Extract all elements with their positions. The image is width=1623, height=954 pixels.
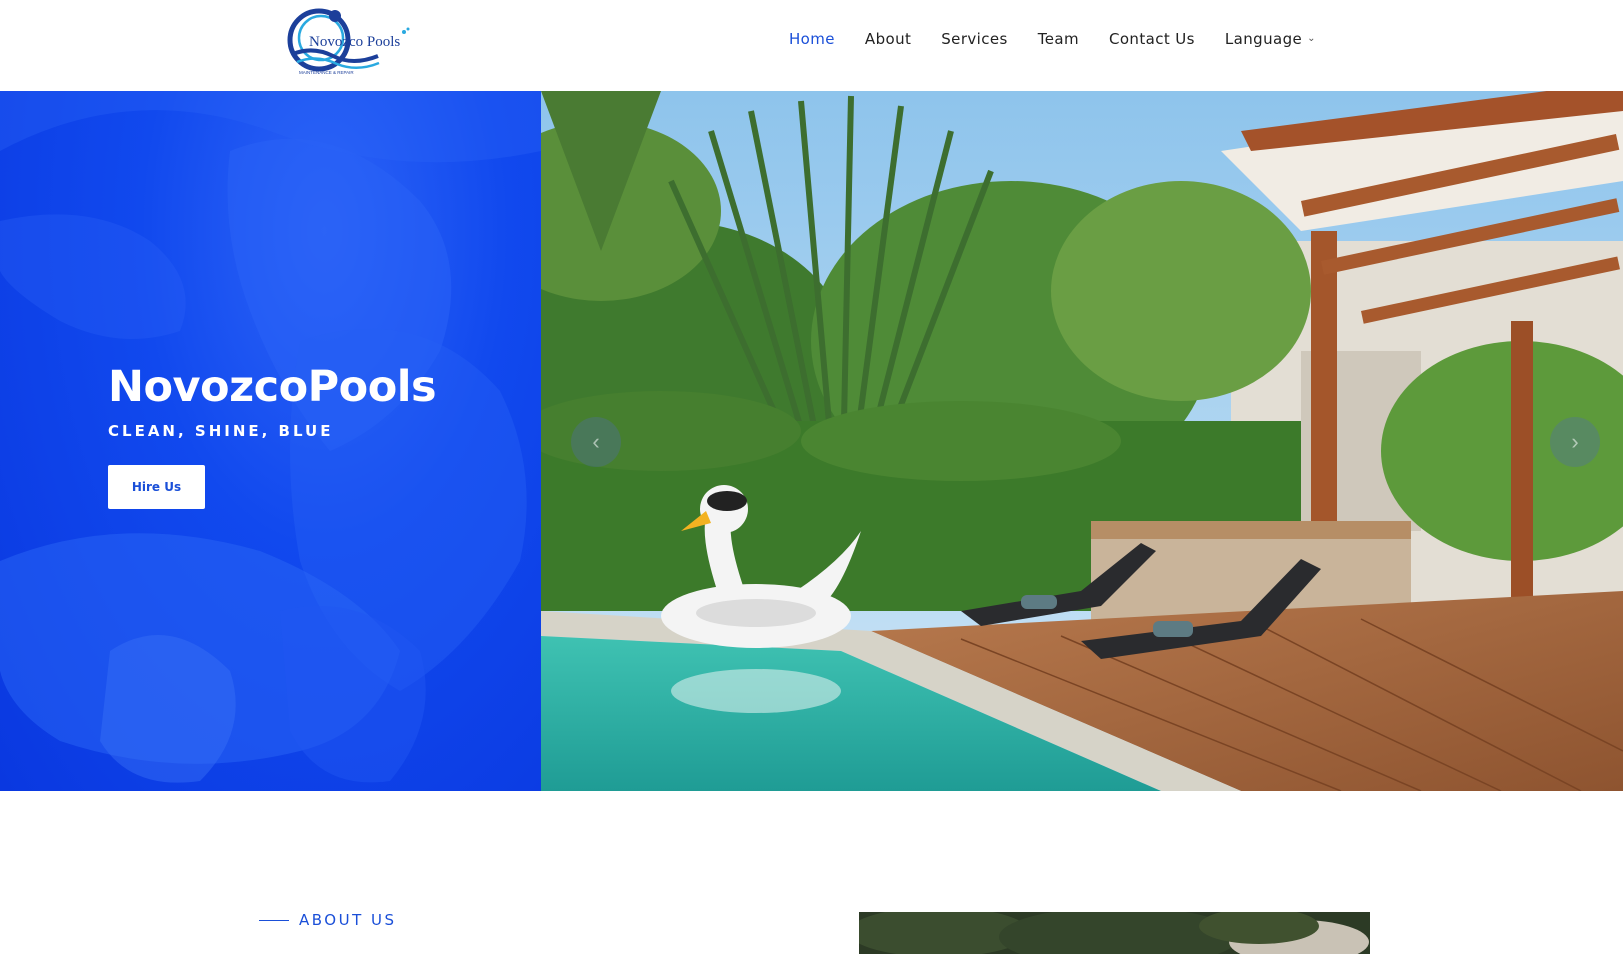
- nav-about[interactable]: About: [865, 30, 911, 48]
- nav-contact-us[interactable]: Contact Us: [1109, 30, 1195, 48]
- logo-text: Novozco Pools: [309, 34, 400, 50]
- site-header: Novozco Pools MAINTENANCE & REPAIR Home …: [0, 0, 1623, 91]
- about-photo: [859, 912, 1370, 954]
- logo-tagline: MAINTENANCE & REPAIR: [299, 70, 354, 75]
- about-image: [859, 912, 1370, 954]
- swimmer-background-image: [0, 91, 541, 783]
- hero-tagline: CLEAN, SHINE, BLUE: [108, 422, 334, 440]
- nav-language-label: Language: [1224, 30, 1303, 48]
- nav-home[interactable]: Home: [789, 30, 835, 48]
- pool-scene-image: [541, 91, 1623, 791]
- nav-language-dropdown[interactable]: Language ⌄: [1225, 30, 1316, 48]
- chevron-down-icon: ⌄: [1307, 32, 1316, 44]
- main-nav: Home About Services Team Contact Us Lang…: [789, 30, 1316, 48]
- about-heading: ABOUT US: [299, 911, 397, 929]
- slider-next-button[interactable]: ›: [1550, 417, 1600, 467]
- hire-us-button[interactable]: Hire Us: [108, 465, 205, 509]
- nav-team[interactable]: Team: [1038, 30, 1079, 48]
- pool-hero-image: [541, 91, 1623, 791]
- site-logo[interactable]: Novozco Pools MAINTENANCE & REPAIR: [283, 2, 413, 77]
- chevron-right-icon: ›: [1571, 429, 1579, 454]
- nav-services[interactable]: Services: [941, 30, 1007, 48]
- logo-icon: Novozco Pools MAINTENANCE & REPAIR: [287, 8, 410, 75]
- hero-slider: NovozcoPools CLEAN, SHINE, BLUE Hire Us: [0, 91, 1623, 791]
- hero-title: NovozcoPools: [108, 362, 437, 412]
- slider-prev-button[interactable]: ‹: [571, 417, 621, 467]
- about-divider-line: [259, 919, 289, 921]
- about-section-label: ABOUT US: [259, 911, 397, 929]
- hero-text-panel: NovozcoPools CLEAN, SHINE, BLUE Hire Us: [0, 91, 541, 791]
- chevron-left-icon: ‹: [592, 429, 600, 454]
